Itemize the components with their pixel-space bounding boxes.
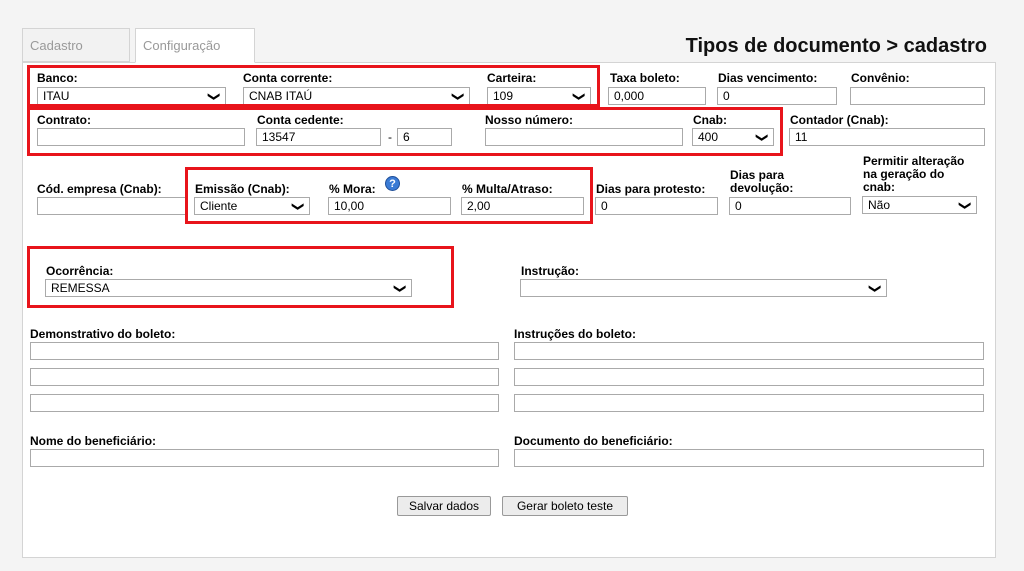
nome-beneficiario-label: Nome do beneficiário: xyxy=(30,434,157,448)
dias-vencimento-input[interactable]: 0 xyxy=(717,87,837,105)
cod-empresa-label: Cód. empresa (Cnab): xyxy=(37,182,162,196)
permitir-label-line3: cnab: xyxy=(863,180,896,194)
instrucoes-boleto-line-2[interactable] xyxy=(514,368,984,386)
demonstrativo-line-1[interactable] xyxy=(30,342,499,360)
highlight-box xyxy=(27,246,454,308)
tab-configuracao[interactable]: Configuração xyxy=(135,28,255,63)
contador-cnab-label: Contador (Cnab): xyxy=(790,113,889,127)
convenio-label: Convênio: xyxy=(851,71,910,85)
nome-beneficiario-input[interactable] xyxy=(30,449,499,467)
dias-vencimento-label: Dias vencimento: xyxy=(718,71,818,85)
save-button[interactable]: Salvar dados xyxy=(397,496,491,516)
highlight-box xyxy=(27,107,783,156)
taxa-boleto-input[interactable]: 0,000 xyxy=(608,87,706,105)
instrucoes-boleto-label: Instruções do boleto: xyxy=(514,327,637,341)
documento-beneficiario-label: Documento do beneficiário: xyxy=(514,434,673,448)
taxa-boleto-label: Taxa boleto: xyxy=(610,71,680,85)
instrucoes-boleto-line-3[interactable] xyxy=(514,394,984,412)
dias-protesto-input[interactable]: 0 xyxy=(595,197,718,215)
documento-beneficiario-input[interactable] xyxy=(514,449,984,467)
highlight-box xyxy=(27,65,600,107)
tab-cadastro[interactable]: Cadastro xyxy=(22,28,130,62)
demonstrativo-line-3[interactable] xyxy=(30,394,499,412)
page-title: Tipos de documento > cadastro xyxy=(685,35,987,57)
instrucoes-boleto-line-1[interactable] xyxy=(514,342,984,360)
demonstrativo-line-2[interactable] xyxy=(30,368,499,386)
contador-cnab-input[interactable]: 11 xyxy=(789,128,985,146)
cod-empresa-input[interactable] xyxy=(37,197,187,215)
demonstrativo-label: Demonstrativo do boleto: xyxy=(30,327,176,341)
chevron-down-icon: ❯ xyxy=(868,283,883,294)
chevron-down-icon: ❯ xyxy=(958,200,973,211)
instrucao-select[interactable]: ❯ xyxy=(520,279,887,297)
dias-protesto-label: Dias para protesto: xyxy=(596,182,706,196)
permitir-select[interactable]: Não ❯ xyxy=(862,196,977,214)
convenio-input[interactable] xyxy=(850,87,985,105)
instrucao-label: Instrução: xyxy=(521,264,580,278)
highlight-box xyxy=(185,167,593,224)
dias-devolucao-input[interactable]: 0 xyxy=(729,197,851,215)
dias-devolucao-label-line2: devolução: xyxy=(730,181,794,195)
generate-test-boleto-button[interactable]: Gerar boleto teste xyxy=(502,496,628,516)
